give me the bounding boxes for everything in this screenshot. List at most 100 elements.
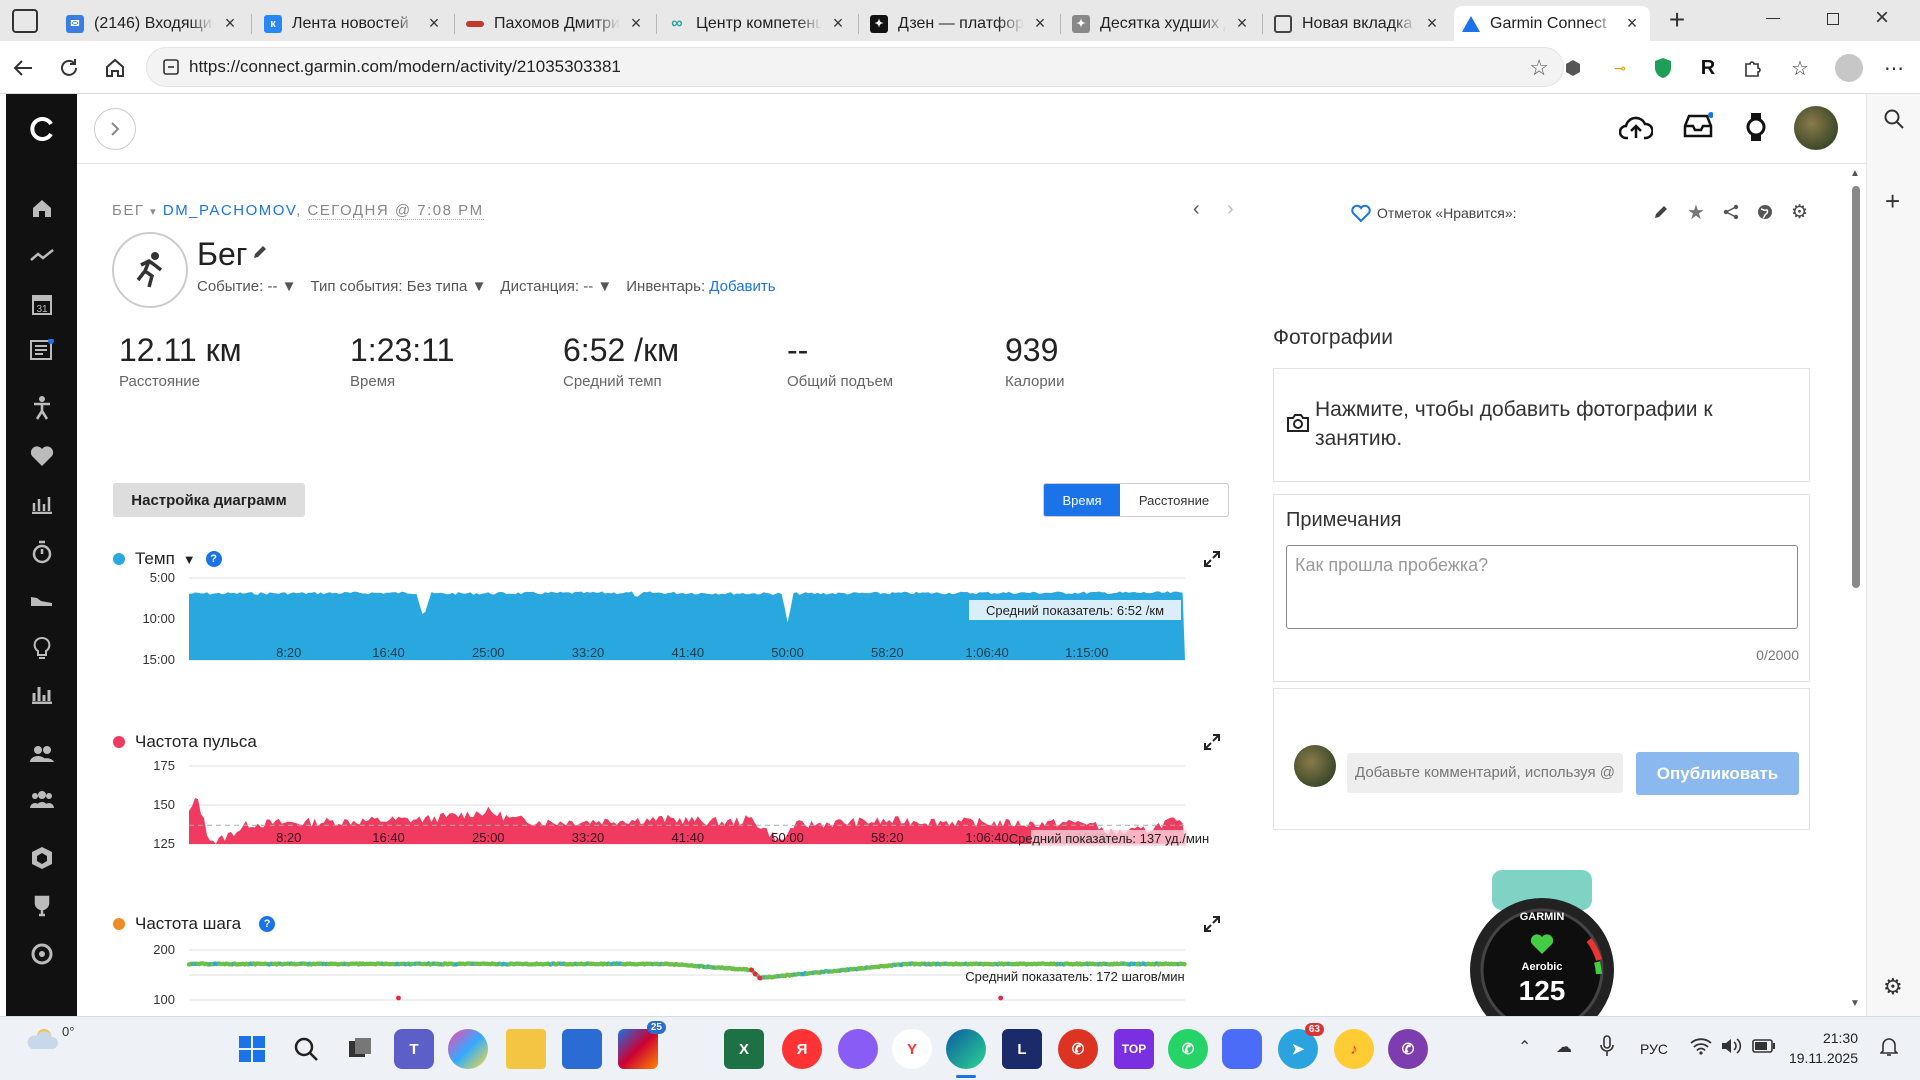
breadcrumb-user[interactable]: DM_PACHOMOV: [163, 202, 296, 219]
tab-pachomov[interactable]: Пахомов Дмитрий ×: [458, 6, 654, 41]
gear-add-link[interactable]: Добавить: [709, 278, 775, 295]
file-explorer-icon[interactable]: [506, 1029, 546, 1069]
trophy-icon[interactable]: [6, 886, 77, 926]
maximize-button[interactable]: [1827, 13, 1839, 25]
help-icon[interactable]: ?: [205, 551, 222, 567]
favorite-star-button-icon[interactable]: ★: [1687, 200, 1705, 225]
alice-icon[interactable]: [838, 1029, 878, 1069]
chevron-down-icon[interactable]: ▼: [183, 552, 196, 567]
event-dropdown[interactable]: Событие: -- ▼: [197, 278, 297, 295]
home-button[interactable]: [98, 51, 132, 85]
close-icon[interactable]: ×: [1030, 13, 1050, 34]
favorites-list-icon[interactable]: ☆: [1786, 54, 1814, 82]
user-avatar[interactable]: [1794, 106, 1838, 150]
settings-target-icon[interactable]: [6, 934, 77, 974]
tray-chevron-up-icon[interactable]: ⌃: [1518, 1037, 1531, 1057]
yandex-icon[interactable]: Я: [782, 1029, 822, 1069]
reload-button[interactable]: [52, 51, 86, 85]
cloud-off-icon[interactable]: ☁: [1556, 1037, 1572, 1057]
share-icon[interactable]: [1723, 204, 1739, 225]
window-close-button[interactable]: ×: [1875, 4, 1889, 32]
edit-pencil-icon[interactable]: [1653, 204, 1669, 225]
site-info-icon[interactable]: [161, 57, 181, 82]
toggle-time[interactable]: Время: [1044, 484, 1120, 516]
edit-title-pencil-icon[interactable]: [252, 244, 268, 265]
event-type-dropdown[interactable]: Тип события: Без типа ▼: [311, 278, 487, 295]
newsfeed-icon[interactable]: [6, 330, 77, 370]
tab-mail[interactable]: ✉ (2146) Входящие - ×: [58, 6, 248, 41]
watch-device-icon[interactable]: [1745, 112, 1767, 147]
top-app-icon[interactable]: TOP: [1114, 1029, 1154, 1069]
close-icon[interactable]: ×: [1622, 13, 1642, 34]
favorite-star-icon[interactable]: ☆: [1529, 55, 1549, 81]
toggle-distance[interactable]: Расстояние: [1120, 484, 1228, 516]
edge-icon[interactable]: [946, 1029, 986, 1069]
notifications-bell-icon[interactable]: [1879, 1037, 1899, 1062]
publish-button[interactable]: Опубликовать: [1636, 752, 1799, 795]
calendar-icon[interactable]: 31: [6, 284, 77, 324]
yandex-music-icon[interactable]: ♪: [1334, 1029, 1374, 1069]
address-bar[interactable]: https://connect.garmin.com/modern/activi…: [146, 47, 1564, 87]
task-view-icon[interactable]: [340, 1029, 380, 1069]
paint-icon[interactable]: [448, 1029, 488, 1069]
notes-textarea[interactable]: Как прошла пробежка?: [1286, 545, 1798, 629]
scroll-down-arrow-icon[interactable]: ▼: [1850, 998, 1860, 1009]
extension-r-icon[interactable]: R: [1694, 54, 1722, 82]
start-button[interactable]: [232, 1029, 272, 1069]
microphone-icon[interactable]: [1600, 1035, 1614, 1062]
taskbar-search-icon[interactable]: [286, 1029, 326, 1069]
health-heart-icon[interactable]: [6, 436, 77, 476]
weather-widget[interactable]: 0°: [24, 1024, 74, 1051]
performance-stats-icon[interactable]: [6, 484, 77, 524]
close-icon[interactable]: ×: [1232, 13, 1252, 34]
page-scrollbar[interactable]: ▲ ▼: [1848, 168, 1862, 1014]
ms-store-icon[interactable]: [562, 1029, 602, 1069]
expand-nav-button[interactable]: [94, 108, 136, 150]
tab-garmin[interactable]: Garmin Connect ×: [1454, 6, 1650, 41]
extension-shield-icon[interactable]: [1559, 54, 1587, 82]
trends-icon[interactable]: [6, 236, 77, 276]
challenges-badge-icon[interactable]: [6, 838, 77, 878]
help-icon[interactable]: ?: [259, 916, 276, 932]
close-icon[interactable]: ×: [626, 13, 646, 34]
comment-input[interactable]: Добавьте комментарий, используя @: [1347, 753, 1623, 793]
new-tab-button[interactable]: +: [1662, 6, 1692, 36]
extensions-puzzle-icon[interactable]: [1739, 54, 1767, 82]
teams-icon[interactable]: T: [394, 1029, 434, 1069]
close-icon[interactable]: ×: [828, 13, 848, 34]
yandex-browser-icon[interactable]: Y: [892, 1029, 932, 1069]
viber-icon[interactable]: ✆: [1388, 1029, 1428, 1069]
tab-dzen[interactable]: ✦ Дзен — платформ ×: [862, 6, 1058, 41]
scroll-thumb[interactable]: [1852, 186, 1860, 588]
close-icon[interactable]: ×: [424, 13, 444, 34]
whatsapp-icon[interactable]: ✆: [1168, 1029, 1208, 1069]
m365-icon[interactable]: 25: [618, 1021, 666, 1069]
inbox-icon[interactable]: [1683, 112, 1714, 145]
volume-icon[interactable]: [1720, 1037, 1742, 1060]
sidebar-settings-gear-icon[interactable]: ⚙: [1883, 974, 1903, 1000]
tab-actions-button[interactable]: [12, 9, 38, 33]
likes[interactable]: Отметок «Нравится»:: [1351, 204, 1517, 222]
privacy-globe-icon[interactable]: [1757, 204, 1773, 225]
activities-icon[interactable]: [6, 388, 77, 428]
search-icon[interactable]: [1883, 108, 1905, 135]
garmin-logo-icon[interactable]: [6, 109, 77, 149]
upload-cloud-icon[interactable]: [1618, 114, 1654, 145]
tab-vk[interactable]: к Лента новостей ×: [256, 6, 452, 41]
close-icon[interactable]: ×: [220, 13, 240, 34]
gear-shoe-icon[interactable]: [6, 580, 77, 620]
messenger-icon[interactable]: [1222, 1029, 1262, 1069]
input-language[interactable]: РУС: [1640, 1041, 1668, 1057]
groups-icon[interactable]: [6, 780, 77, 820]
scroll-up-arrow-icon[interactable]: ▲: [1850, 168, 1860, 179]
minimize-button[interactable]: [1766, 18, 1780, 19]
distance-dropdown[interactable]: Дистанция: -- ▼: [500, 278, 612, 295]
wifi-icon[interactable]: [1690, 1037, 1712, 1060]
add-photos-card[interactable]: Нажмите, чтобы добавить фотографии к зан…: [1273, 368, 1810, 482]
settings-gear-icon[interactable]: ⚙: [1791, 201, 1808, 224]
back-button[interactable]: [6, 51, 40, 85]
close-icon[interactable]: ×: [1422, 13, 1442, 34]
tab-newtab[interactable]: Новая вкладка ×: [1266, 6, 1450, 41]
extension-adblock-icon[interactable]: [1649, 54, 1677, 82]
extension-key-icon[interactable]: ⊸: [1606, 54, 1634, 82]
